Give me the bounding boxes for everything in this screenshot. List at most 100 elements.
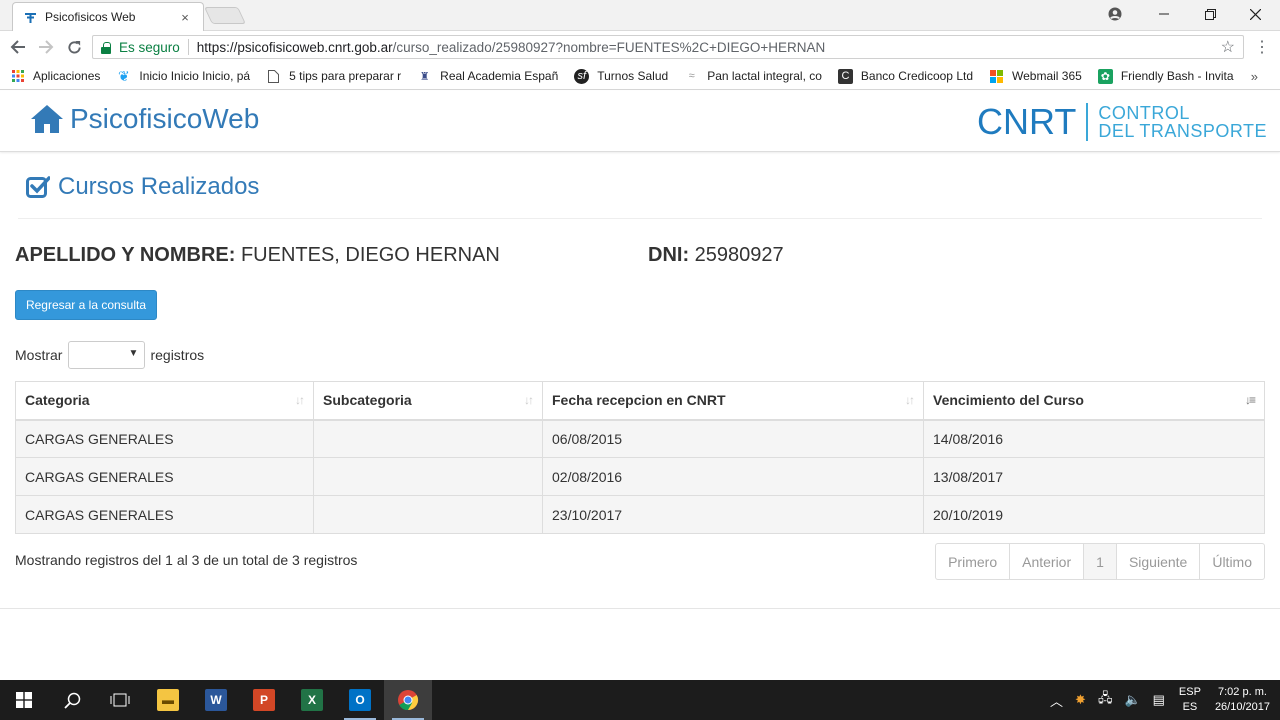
menu-dots-icon[interactable]: ⋮ (1254, 37, 1270, 57)
party-icon: ✿ (1097, 68, 1113, 84)
sort-both-icon: ↓↑ (905, 393, 915, 407)
person-dni: DNI: 25980927 (648, 244, 784, 267)
footer-divider (0, 608, 1280, 609)
symfony-icon: sf (574, 68, 590, 84)
notifications-icon[interactable]: ▤ (1153, 692, 1165, 708)
cell-fecha: 06/08/2015 (542, 419, 924, 458)
courses-table: Categoria ↓↑ Subcategoria ↓↑ Fecha recep… (15, 381, 1265, 534)
cell-categoria: CARGAS GENERALES (15, 457, 314, 496)
pagination-previous[interactable]: Anterior (1009, 543, 1085, 580)
logo-divider (1086, 103, 1089, 141)
language-line-2: ES (1182, 701, 1198, 713)
records-label: registros (150, 347, 205, 363)
back-arrow-icon[interactable] (7, 36, 29, 58)
bookmark-item[interactable]: C Banco Credicoop Ltd (837, 68, 973, 84)
pagination-next[interactable]: Siguiente (1115, 543, 1201, 580)
tab-close-icon[interactable]: × (177, 10, 193, 25)
search-icon[interactable] (48, 680, 96, 720)
powerpoint-icon[interactable]: P (240, 680, 288, 720)
bookmark-item[interactable]: ✿ Friendly Bash - Invita (1097, 68, 1234, 84)
table-row: CARGAS GENERALES 02/08/2016 13/08/2017 (15, 457, 1265, 496)
bank-icon: C (837, 68, 853, 84)
column-header-fecha[interactable]: Fecha recepcion en CNRT ↓↑ (542, 381, 924, 421)
restore-icon[interactable] (1187, 0, 1233, 28)
outlook-icon[interactable]: O (336, 680, 384, 720)
network-icon[interactable]: 🖧 (1098, 689, 1113, 711)
bookmark-item[interactable]: 5 tips para preparar r (266, 69, 401, 84)
brand-name: PsicofisicoWeb (70, 103, 260, 134)
minimize-icon[interactable] (1141, 0, 1187, 28)
page-title-text: Cursos Realizados (58, 173, 260, 200)
pagination-current-page[interactable]: 1 (1083, 543, 1117, 580)
show-hidden-icons-icon[interactable]: ︿ (1050, 691, 1063, 710)
page-length-control: Mostrar ▼ registros (15, 341, 204, 369)
cell-vencimiento: 14/08/2016 (923, 419, 1265, 458)
clock[interactable]: 7:02 p. m. 26/10/2017 (1215, 685, 1270, 715)
bookmark-item[interactable]: Webmail 365 (989, 69, 1082, 84)
table-row: CARGAS GENERALES 23/10/2017 20/10/2019 (15, 495, 1265, 534)
column-header-vencimiento[interactable]: Vencimiento del Curso ↓≡ (923, 381, 1265, 421)
cell-categoria: CARGAS GENERALES (15, 419, 314, 458)
url-path: /curso_realizado/25980927?nombre=FUENTES… (392, 39, 826, 55)
profile-icon[interactable] (1092, 0, 1138, 28)
bookmark-label: Webmail 365 (1012, 69, 1082, 83)
bookmark-label: Aplicaciones (33, 69, 101, 83)
bookmark-item[interactable]: Aplicaciones (10, 69, 100, 84)
reload-icon[interactable] (63, 36, 85, 58)
forward-arrow-icon[interactable] (35, 36, 57, 58)
url-host: https://psicofisicoweb.cnrt.gob.ar (196, 39, 393, 55)
taskbar: ▬ W P X O ︿ ✸ 🖧 🔈 ▤ ESP ES 7:02 p. m. 26… (0, 680, 1280, 720)
bookmark-label: Friendly Bash - Invita (1120, 69, 1234, 83)
language-line-1: ESP (1178, 686, 1201, 698)
task-view-icon[interactable] (96, 680, 144, 720)
word-icon[interactable]: W (192, 680, 240, 720)
cell-fecha: 02/08/2016 (542, 457, 924, 496)
bookmark-item[interactable]: ♜ Real Academia Españ (417, 69, 559, 84)
logo-line-1: CONTROL (1098, 103, 1190, 123)
logo-cnrt-text: CNRT (977, 101, 1077, 142)
bookmark-item[interactable]: sf Turnos Salud (574, 68, 668, 84)
excel-icon[interactable]: X (288, 680, 336, 720)
pagination-last[interactable]: Último (1199, 543, 1265, 580)
dni-value: 25980927 (694, 244, 784, 266)
logo-subtitle: CONTROL DEL TRANSPORTE (1098, 104, 1267, 140)
column-header-label: Subcategoria (323, 392, 412, 409)
back-to-search-button[interactable]: Regresar a la consulta (15, 290, 157, 320)
name-label: APELLIDO Y NOMBRE: (15, 244, 236, 266)
chrome-icon[interactable] (384, 680, 432, 720)
bookmark-label: Pan lactal integral, co (707, 69, 822, 83)
apps-icon (10, 69, 25, 84)
checkbox-checked-icon (26, 176, 50, 198)
show-label: Mostrar (15, 347, 63, 363)
dropdown-arrow-icon: ▼ (128, 348, 139, 359)
avast-icon[interactable]: ✸ (1075, 692, 1086, 708)
page-length-select[interactable]: ▼ (68, 341, 146, 369)
new-tab-button[interactable] (204, 7, 246, 24)
volume-icon[interactable]: 🔈 (1124, 692, 1140, 708)
browser-tab[interactable]: Psicofisicos Web × (12, 2, 204, 31)
home-icon (31, 105, 63, 133)
bookmarks-bar: Aplicaciones ❦ Inicio Inicio Inicio, pá … (0, 63, 1280, 90)
pagination-first[interactable]: Primero (935, 543, 1011, 580)
person-name: APELLIDO Y NOMBRE: FUENTES, DIEGO HERNAN (15, 244, 500, 267)
column-header-label: Categoria (25, 392, 90, 409)
bookmark-item[interactable]: ❦ Inicio Inicio Inicio, pá (116, 68, 251, 84)
bookmark-label: 5 tips para preparar r (289, 69, 402, 83)
address-bar[interactable]: Es seguro https://psicofisicoweb.cnrt.go… (92, 35, 1244, 59)
bookmark-star-icon[interactable]: ☆ (1221, 37, 1235, 57)
close-window-icon[interactable] (1232, 0, 1278, 28)
column-header-label: Vencimiento del Curso (933, 392, 1084, 409)
rae-icon: ♜ (419, 70, 430, 83)
language-indicator[interactable]: ESP ES (1179, 685, 1201, 715)
bookmark-label: Inicio Inicio Inicio, pá (139, 69, 251, 83)
lock-icon (101, 41, 111, 54)
cell-vencimiento: 20/10/2019 (923, 495, 1265, 534)
more-bookmarks-icon[interactable]: » (1251, 69, 1258, 84)
windows-start-icon[interactable] (0, 680, 48, 720)
column-header-subcategoria[interactable]: Subcategoria ↓↑ (313, 381, 543, 421)
file-explorer-icon[interactable]: ▬ (144, 680, 192, 720)
column-header-categoria[interactable]: Categoria ↓↑ (15, 381, 314, 421)
bookmark-item[interactable]: ≈ Pan lactal integral, co (684, 69, 822, 84)
table-header-row: Categoria ↓↑ Subcategoria ↓↑ Fecha recep… (15, 381, 1265, 421)
brand-link[interactable]: PsicofisicoWeb (30, 103, 259, 135)
